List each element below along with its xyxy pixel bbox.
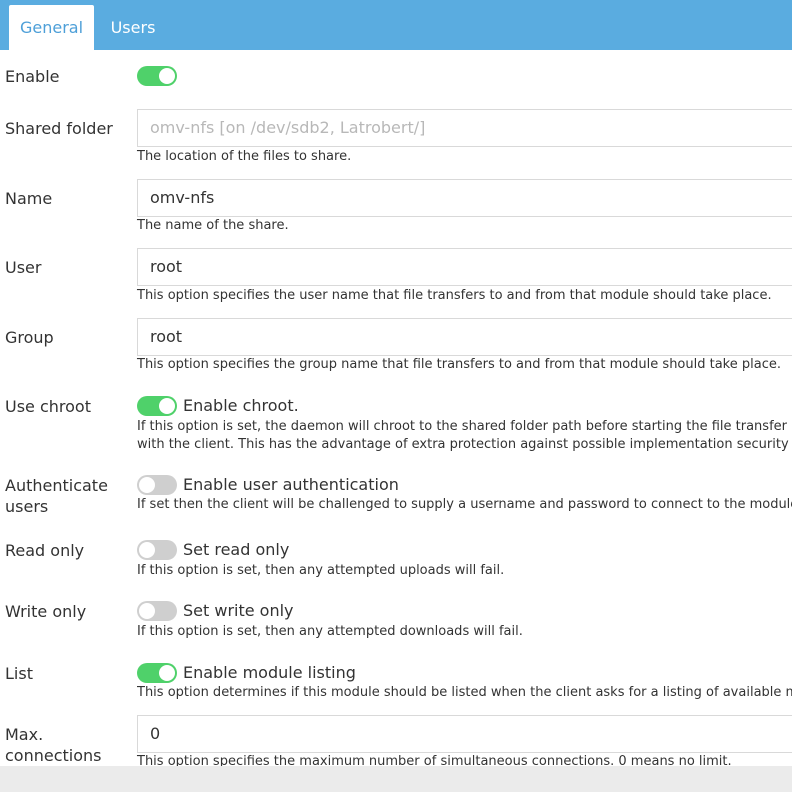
- name-input[interactable]: omv-nfs: [137, 179, 792, 217]
- shared-folder-select[interactable]: omv-nfs [on /dev/sdb2, Latrobert/]: [137, 109, 792, 147]
- toggle-knob: [139, 542, 155, 558]
- use-chroot-hint: If this option is set, the daemon will c…: [137, 419, 789, 452]
- tab-bar: General Users: [0, 0, 792, 50]
- authenticate-users-toggle[interactable]: [137, 475, 177, 495]
- toggle-knob: [139, 603, 155, 619]
- read-only-toggle[interactable]: [137, 540, 177, 560]
- group-label: Group: [5, 328, 54, 347]
- name-hint: The name of the share.: [137, 218, 289, 233]
- read-only-toggle-label: Set read only: [183, 540, 290, 559]
- tab-general[interactable]: General: [9, 5, 94, 50]
- toggle-knob: [139, 477, 155, 493]
- use-chroot-toggle[interactable]: [137, 396, 177, 416]
- max-connections-input[interactable]: 0: [137, 715, 792, 753]
- read-only-hint: If this option is set, then any attempte…: [137, 563, 505, 578]
- write-only-hint: If this option is set, then any attempte…: [137, 624, 523, 639]
- name-label: Name: [5, 189, 53, 208]
- group-select[interactable]: root: [137, 318, 792, 356]
- footer-bar: [0, 766, 792, 792]
- toggle-knob: [159, 398, 175, 414]
- tab-users[interactable]: Users: [103, 5, 163, 50]
- authenticate-users-hint: If set then the client will be challenge…: [137, 497, 792, 512]
- enable-toggle[interactable]: [137, 66, 177, 86]
- user-label: User: [5, 258, 42, 277]
- list-hint: This option determines if this module sh…: [137, 685, 792, 700]
- toggle-knob: [159, 665, 175, 681]
- authenticate-users-label: Authenticate users: [5, 476, 108, 516]
- max-connections-label: Max. connections: [5, 725, 102, 765]
- group-hint: This option specifies the group name tha…: [137, 357, 781, 372]
- authenticate-users-toggle-label: Enable user authentication: [183, 475, 399, 494]
- list-toggle[interactable]: [137, 663, 177, 683]
- write-only-toggle[interactable]: [137, 601, 177, 621]
- shared-folder-hint: The location of the files to share.: [137, 149, 352, 164]
- shared-folder-label: Shared folder: [5, 119, 113, 138]
- write-only-toggle-label: Set write only: [183, 601, 294, 620]
- enable-label: Enable: [5, 67, 60, 86]
- list-toggle-label: Enable module listing: [183, 663, 356, 682]
- write-only-label: Write only: [5, 602, 87, 621]
- use-chroot-toggle-label: Enable chroot.: [183, 396, 299, 415]
- list-label: List: [5, 664, 33, 683]
- toggle-knob: [159, 68, 175, 84]
- read-only-label: Read only: [5, 541, 85, 560]
- user-select[interactable]: root: [137, 248, 792, 286]
- user-hint: This option specifies the user name that…: [137, 288, 772, 303]
- use-chroot-label: Use chroot: [5, 397, 91, 416]
